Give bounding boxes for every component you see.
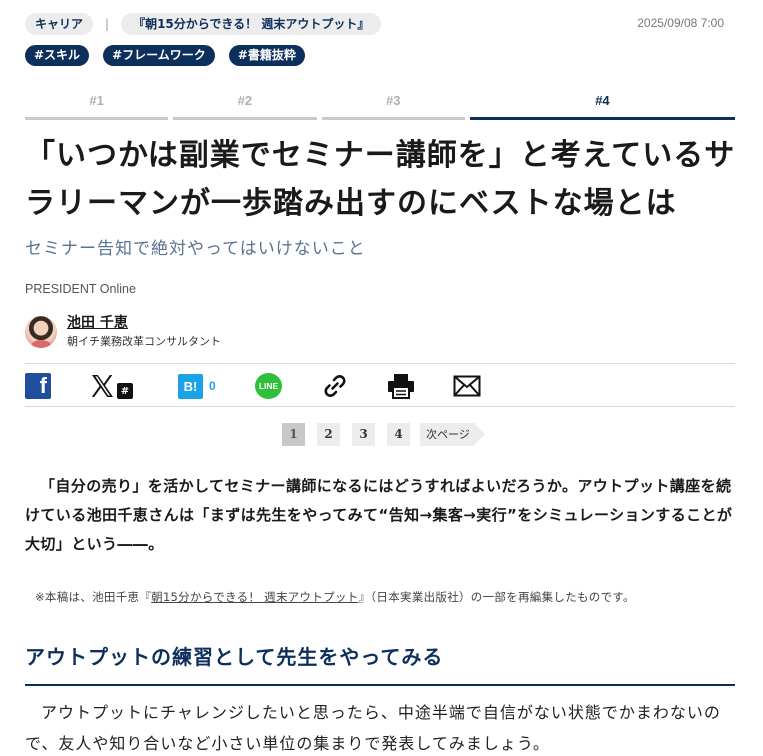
line-share-button[interactable]: LINE: [255, 372, 282, 400]
series-badge[interactable]: 『朝15分からできる！ 週末アウトプット』: [121, 13, 382, 35]
print-button[interactable]: [387, 372, 415, 400]
section-heading: アウトプットの練習として先生をやってみる: [25, 645, 444, 669]
book-link[interactable]: 朝15分からできる！ 週末アウトプット: [151, 590, 358, 604]
meta-separator: |: [105, 17, 110, 31]
section-divider: [25, 684, 735, 686]
author-name-link[interactable]: 池田 千恵: [67, 314, 221, 332]
tab-part-3[interactable]: #3: [321, 90, 465, 120]
body-paragraph: アウトプットにチャレンジしたいと思ったら、中途半端で自信がない状態でかまわないの…: [25, 703, 721, 753]
link-icon: [324, 375, 346, 397]
hatena-bookmark-button[interactable]: B! 0: [178, 372, 216, 400]
tag-list: #スキル #フレームワーク #書籍抜粋: [25, 45, 305, 66]
tag-book-excerpt[interactable]: #書籍抜粋: [228, 45, 305, 66]
article-meta-row: キャリア | 『朝15分からできる！ 週末アウトプット』 2025/09/08 …: [25, 13, 735, 35]
source-note-prefix: ※本稿は、池田千恵『: [35, 590, 152, 604]
line-icon: LINE: [255, 373, 282, 399]
author-avatar[interactable]: [25, 316, 57, 348]
tab-part-1[interactable]: #1: [25, 90, 169, 120]
mail-icon: [453, 375, 481, 397]
part-tabs: #1 #2 #3 #4: [25, 90, 735, 120]
hatena-icon: B!: [178, 373, 203, 399]
next-page-button[interactable]: 次ページ: [420, 422, 485, 446]
x-share-button[interactable]: #: [90, 372, 133, 400]
x-icon: [91, 375, 113, 397]
pagination: 1 2 3 4 次ページ: [282, 422, 485, 446]
author-role: 朝イチ業務改革コンサルタント: [67, 335, 221, 348]
publisher-name: PRESIDENT Online: [25, 282, 136, 296]
tab-part-2[interactable]: #2: [173, 90, 317, 120]
mail-share-button[interactable]: [453, 372, 481, 400]
category-badge[interactable]: キャリア: [25, 13, 94, 35]
article-lead: 「自分の売り」を活かしてセミナー講師になるにはどうすればよいだろうか。アウトプッ…: [25, 477, 733, 553]
publish-date: 2025/09/08 7:00: [637, 16, 724, 30]
source-note: ※本稿は、池田千恵『朝15分からできる！ 週末アウトプット』（日本実業出版社）の…: [35, 589, 635, 605]
tab-part-4[interactable]: #4: [469, 90, 735, 120]
author-text: 池田 千恵 朝イチ業務改革コンサルタント: [67, 314, 221, 350]
facebook-icon: f: [39, 373, 47, 398]
page-3-button[interactable]: 3: [352, 422, 375, 446]
tag-framework[interactable]: #フレームワーク: [103, 45, 215, 66]
copy-link-button[interactable]: [321, 372, 349, 400]
source-note-suffix: 』（日本実業出版社）の一部を再編集したものです。: [358, 590, 635, 604]
page-1-button[interactable]: 1: [282, 422, 305, 446]
x-hashtag-badge: #: [117, 383, 133, 399]
page-2-button[interactable]: 2: [317, 422, 340, 446]
author-block: 池田 千恵 朝イチ業務改革コンサルタント: [25, 314, 221, 350]
page-4-button[interactable]: 4: [387, 422, 410, 446]
article-title: 「いつかは副業でセミナー講師を」と考えているサラリーマンが一歩踏み出すのにベスト…: [25, 138, 736, 221]
tag-skill[interactable]: #スキル: [25, 45, 90, 66]
facebook-share-button[interactable]: f: [25, 373, 51, 399]
share-bar: f # B! 0 LINE: [25, 363, 735, 407]
print-icon: [388, 374, 414, 399]
article-subtitle: セミナー告知で絶対やってはいけないこと: [25, 239, 366, 259]
hatena-count: 0: [209, 379, 216, 393]
